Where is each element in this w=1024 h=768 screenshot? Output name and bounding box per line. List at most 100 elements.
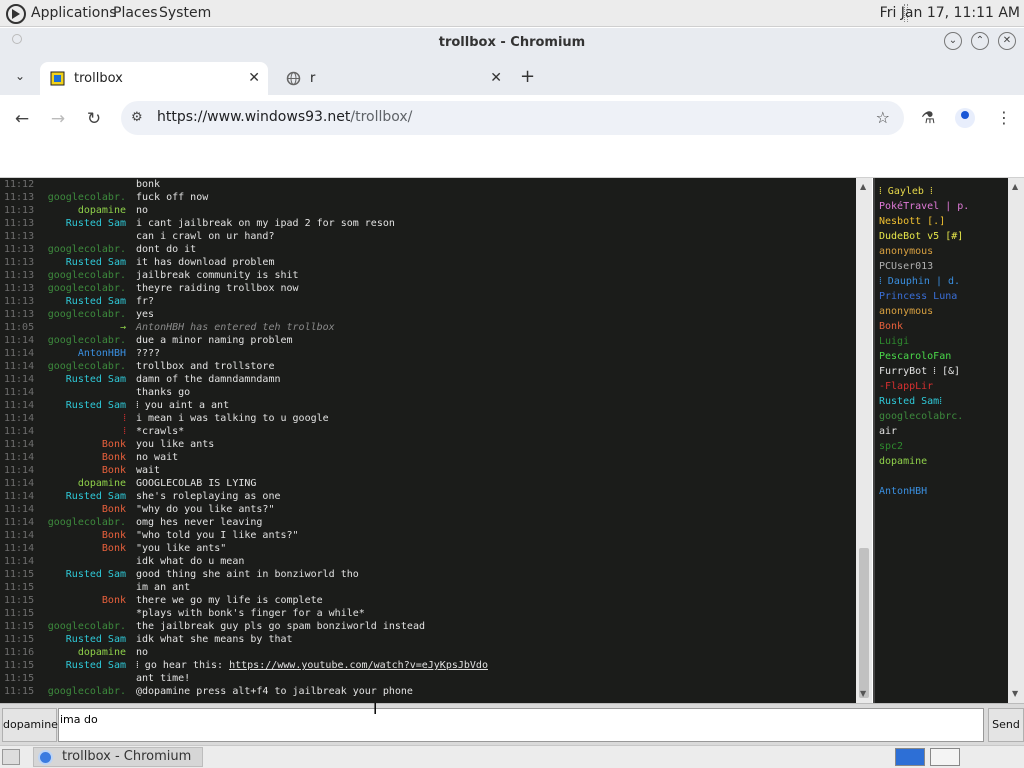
message-nick[interactable]: ⁞ <box>123 413 126 424</box>
message-nick[interactable]: Rusted Sam <box>66 257 126 268</box>
profile-avatar-icon[interactable] <box>955 108 975 128</box>
message-nick[interactable]: Bonk <box>102 543 126 554</box>
minimize-icon[interactable]: ⌄ <box>944 32 962 50</box>
user-list-item[interactable]: air <box>879 426 897 437</box>
message-nick[interactable]: googlecolabr. <box>48 621 126 632</box>
taskbar-window-button[interactable]: trollbox - Chromium <box>33 747 203 767</box>
panel-clock[interactable]: Fri Jan 17, 11:11 AM <box>880 5 1020 21</box>
user-list-item[interactable]: Rusted Sam⁞ <box>879 396 942 407</box>
user-list-item[interactable]: PCUser013 <box>879 261 933 272</box>
user-list-item[interactable]: AntonHBH <box>879 486 927 497</box>
message-input[interactable]: ima do <box>58 708 984 742</box>
message-body: it has download problem <box>136 257 275 268</box>
user-list-item[interactable]: dopamine <box>879 456 927 467</box>
tab-search-icon[interactable]: ⌄ <box>10 66 30 86</box>
message-link[interactable]: https://www.youtube.com/watch?v=eJyKpsJb… <box>229 660 488 671</box>
user-list-item[interactable]: Luigi <box>879 336 909 347</box>
scroll-up-icon[interactable]: ▲ <box>1012 182 1018 191</box>
scroll-up-icon[interactable]: ▲ <box>860 182 866 191</box>
user-list-item[interactable]: googlecolabrc. <box>879 411 963 422</box>
message-nick[interactable]: dopamine <box>78 205 126 216</box>
maximize-icon[interactable]: ⌃ <box>971 32 989 50</box>
message-nick[interactable]: Bonk <box>102 439 126 450</box>
message-nick[interactable]: Bonk <box>102 465 126 476</box>
user-list-item[interactable]: -FlappLir <box>879 381 933 392</box>
tab-r[interactable]: r ✕ <box>276 62 510 95</box>
message-time: 11:15 <box>4 608 35 619</box>
message-nick[interactable]: ⁞ <box>123 426 126 437</box>
scroll-down-icon[interactable]: ▼ <box>1012 689 1018 698</box>
user-list-item[interactable]: ⁞ Gayleb ⁞ <box>879 186 933 197</box>
message-nick[interactable]: Bonk <box>102 504 126 515</box>
url-text[interactable]: https://www.windows93.net/trollbox/ <box>157 109 412 125</box>
send-button[interactable]: Send <box>988 708 1024 742</box>
show-desktop-icon[interactable] <box>2 749 20 765</box>
message-nick[interactable]: Rusted Sam <box>66 634 126 645</box>
user-list-item[interactable]: anonymous <box>879 306 933 317</box>
scrollbar-thumb[interactable] <box>859 548 869 698</box>
address-bar[interactable]: ⚙ https://www.windows93.net/trollbox/ ☆ <box>121 101 904 135</box>
close-tab-icon[interactable]: ✕ <box>248 70 260 86</box>
message-nick[interactable]: → <box>120 322 126 333</box>
message-nick[interactable]: Rusted Sam <box>66 400 126 411</box>
message-nick[interactable]: dopamine <box>78 478 126 489</box>
user-list-item[interactable]: spc2 <box>879 441 903 452</box>
window-titlebar[interactable]: trollbox - Chromium ⌄ ⌃ ✕ <box>0 28 1024 58</box>
message-nick[interactable]: googlecolabr. <box>48 283 126 294</box>
message-nick[interactable]: Bonk <box>102 530 126 541</box>
message-nick[interactable]: googlecolabr. <box>48 244 126 255</box>
message-nick[interactable]: Rusted Sam <box>66 491 126 502</box>
user-list-item[interactable]: DudeBot v5 [#] <box>879 231 963 242</box>
message-nick[interactable]: googlecolabr. <box>48 335 126 346</box>
message-nick[interactable]: AntonHBH <box>78 348 126 359</box>
message-time: 11:14 <box>4 361 35 372</box>
places-menu[interactable]: Places <box>113 5 158 21</box>
message-nick[interactable]: dopamine <box>78 647 126 658</box>
user-list-item[interactable]: PokéTravel | p. <box>879 201 969 212</box>
message-nick[interactable]: Rusted Sam <box>66 296 126 307</box>
user-list-item[interactable]: Bonk <box>879 321 903 332</box>
message-text: jailbreak community is shit <box>136 270 299 281</box>
chat-scrollbar[interactable]: ▲ ▼ <box>856 178 872 703</box>
chat-message: 11:14 idk what do u mean <box>0 556 856 569</box>
back-icon[interactable]: ← <box>12 109 32 129</box>
user-list-item[interactable]: PescaroloFan <box>879 351 951 362</box>
site-info-icon[interactable]: ⚙ <box>131 110 147 126</box>
distro-logo-icon[interactable] <box>6 4 26 24</box>
nickname-button[interactable]: dopamine <box>2 708 58 742</box>
chat-log[interactable]: 11:12 bonk 11:13 googlecolabr. fuck off now 1… <box>0 178 856 703</box>
message-nick[interactable]: googlecolabr. <box>48 517 126 528</box>
message-body: fr? <box>136 296 155 307</box>
user-list-item[interactable]: Princess Luna <box>879 291 957 302</box>
message-nick[interactable]: Bonk <box>102 452 126 463</box>
message-nick[interactable]: googlecolabr. <box>48 270 126 281</box>
message-nick[interactable]: googlecolabr. <box>48 192 126 203</box>
close-tab-icon[interactable]: ✕ <box>490 70 502 86</box>
reload-icon[interactable]: ↻ <box>84 109 104 129</box>
forward-icon[interactable]: → <box>48 109 68 129</box>
message-nick[interactable]: googlecolabr. <box>48 361 126 372</box>
message-nick[interactable]: Rusted Sam <box>66 374 126 385</box>
new-tab-icon[interactable]: + <box>520 66 535 87</box>
user-list-item[interactable]: anonymous <box>879 246 933 257</box>
scroll-down-icon[interactable]: ▼ <box>860 689 866 698</box>
message-nick[interactable]: Rusted Sam <box>66 660 126 671</box>
message-nick[interactable]: Bonk <box>102 595 126 606</box>
message-nick[interactable]: googlecolabr. <box>48 686 126 697</box>
userlist-scrollbar[interactable]: ▲ ▼ <box>1008 178 1024 703</box>
message-nick[interactable]: googlecolabr. <box>48 309 126 320</box>
workspace-2[interactable] <box>930 748 960 766</box>
menu-kebab-icon[interactable]: ⋮ <box>996 108 1012 127</box>
user-list-item[interactable]: Nesbott [.] <box>879 216 945 227</box>
message-nick[interactable]: Rusted Sam <box>66 218 126 229</box>
message-nick[interactable]: Rusted Sam <box>66 569 126 580</box>
system-menu[interactable]: System <box>159 5 211 21</box>
workspace-1[interactable] <box>895 748 925 766</box>
tab-trollbox[interactable]: trollbox ✕ <box>40 62 268 95</box>
bookmark-star-icon[interactable]: ☆ <box>876 108 890 127</box>
labs-flask-icon[interactable]: ⚗ <box>921 108 935 127</box>
applications-menu[interactable]: Applications <box>31 5 117 21</box>
user-list-item[interactable]: ⁞ Dauphin | d. <box>879 276 960 287</box>
close-window-icon[interactable]: ✕ <box>998 32 1016 50</box>
user-list-item[interactable]: FurryBot ⁞ [&] <box>879 366 960 377</box>
